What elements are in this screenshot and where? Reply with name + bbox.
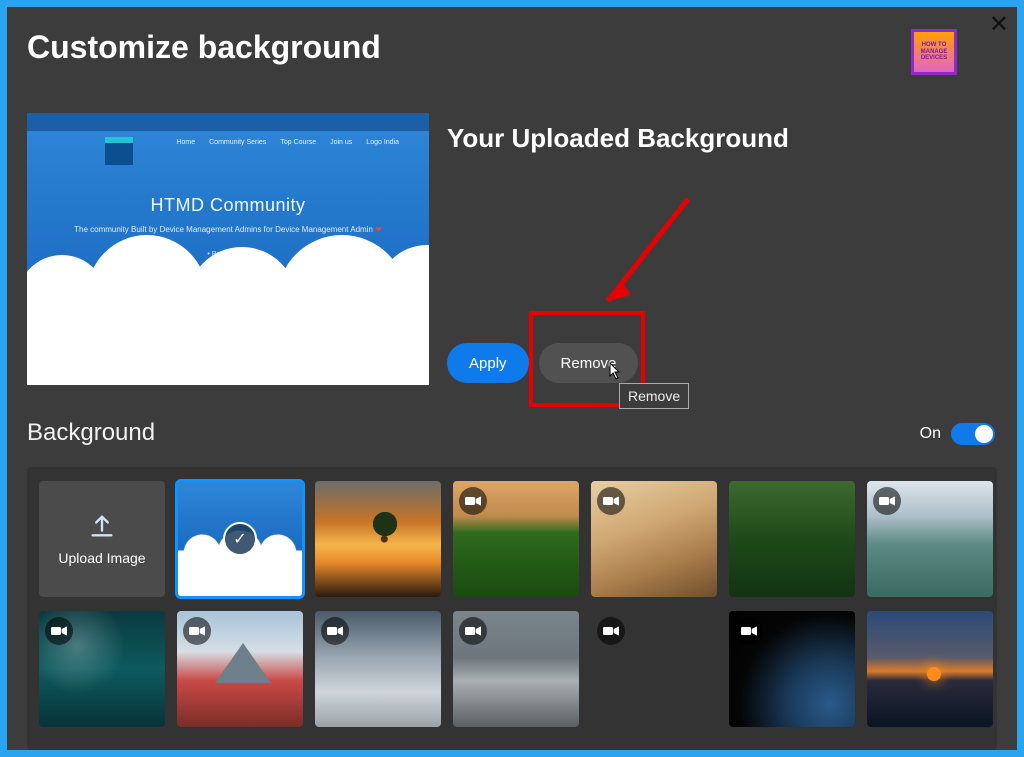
remove-button[interactable]: Remove — [539, 343, 639, 383]
upload-icon — [88, 512, 116, 540]
background-section-title: Background — [27, 419, 155, 447]
video-icon — [735, 617, 763, 645]
background-tile-city[interactable] — [591, 611, 717, 727]
background-tile-ocean[interactable] — [39, 611, 165, 727]
uploaded-preview: Home Community Series Top Course Join us… — [27, 113, 429, 385]
preview-nav: Home Community Series Top Course Join us… — [176, 139, 399, 146]
annotation-arrow — [583, 191, 703, 321]
apply-button[interactable]: Apply — [447, 343, 529, 383]
video-icon — [459, 487, 487, 515]
logo-line3: DEVICES — [921, 55, 947, 62]
background-tile-current[interactable]: ✓ — [177, 481, 303, 597]
background-gallery: Upload Image ✓ — [27, 467, 997, 750]
video-icon — [321, 617, 349, 645]
video-icon — [597, 617, 625, 645]
video-icon — [459, 617, 487, 645]
background-toggle-label: On — [920, 425, 941, 443]
logo-line1: HOW TO — [922, 42, 947, 49]
background-tile-fuji[interactable] — [177, 611, 303, 727]
video-icon — [183, 617, 211, 645]
video-icon — [597, 487, 625, 515]
logo-line2: MANAGE — [921, 49, 948, 56]
background-tile-forest[interactable] — [729, 481, 855, 597]
background-tile-ocean-sunset[interactable] — [867, 611, 993, 727]
uploaded-section-title: Your Uploaded Background — [447, 123, 789, 154]
upload-image-label: Upload Image — [58, 550, 145, 566]
video-icon — [873, 487, 901, 515]
background-tile-lake[interactable] — [867, 481, 993, 597]
remove-tooltip: Remove — [619, 383, 689, 409]
upload-image-tile[interactable]: Upload Image — [39, 481, 165, 597]
brand-logo: HOW TO MANAGE DEVICES — [911, 29, 957, 75]
background-tile-desert[interactable] — [591, 481, 717, 597]
preview-title: HTMD Community — [27, 195, 429, 216]
background-tile-island[interactable] — [453, 611, 579, 727]
checkmark-icon: ✓ — [223, 522, 257, 556]
heart-icon: ❤ — [375, 225, 382, 234]
page-title: Customize background — [27, 29, 381, 66]
close-icon[interactable]: ✕ — [989, 13, 1009, 37]
background-tile-mist[interactable] — [315, 611, 441, 727]
preview-subtitle: The community Built by Device Management… — [27, 225, 429, 234]
background-toggle[interactable] — [951, 423, 995, 445]
video-icon — [45, 617, 73, 645]
background-tile-earth[interactable] — [729, 611, 855, 727]
background-tile-fields[interactable] — [453, 481, 579, 597]
background-tile-sunset-tree[interactable] — [315, 481, 441, 597]
